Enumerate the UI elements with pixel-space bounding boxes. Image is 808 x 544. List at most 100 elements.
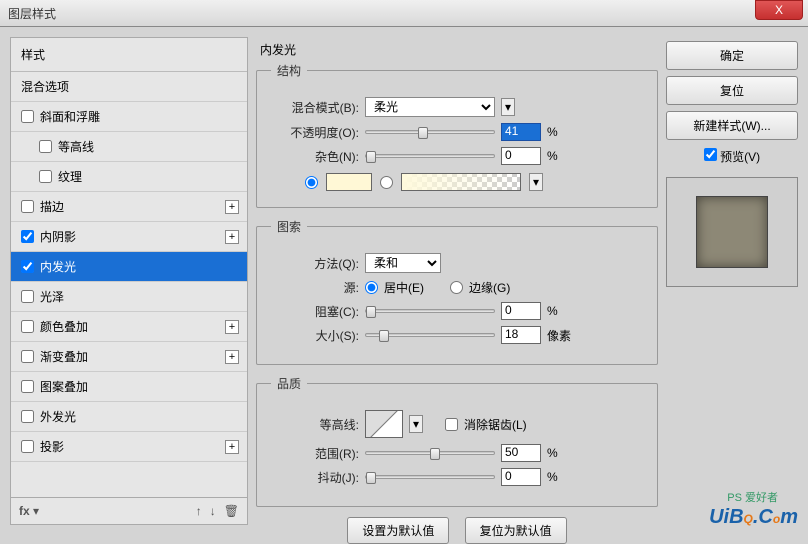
style-checkbox[interactable] bbox=[21, 440, 34, 453]
source-center-radio[interactable] bbox=[365, 281, 378, 294]
blending-options-row[interactable]: 混合选项 bbox=[11, 72, 247, 102]
opacity-slider[interactable] bbox=[365, 130, 495, 134]
style-checkbox[interactable] bbox=[21, 380, 34, 393]
style-row[interactable]: 图案叠加 bbox=[11, 372, 247, 402]
add-effect-icon[interactable]: + bbox=[225, 200, 239, 214]
size-input[interactable]: 18 bbox=[501, 326, 541, 344]
style-label: 外发光 bbox=[40, 408, 76, 425]
blending-options-label: 混合选项 bbox=[21, 78, 69, 95]
add-effect-icon[interactable]: + bbox=[225, 440, 239, 454]
style-label: 描边 bbox=[40, 198, 64, 215]
style-checkbox[interactable] bbox=[21, 230, 34, 243]
quality-legend: 品质 bbox=[271, 375, 307, 392]
style-row[interactable]: 斜面和浮雕 bbox=[11, 102, 247, 132]
contour-label: 等高线: bbox=[271, 416, 359, 433]
close-button[interactable]: X bbox=[755, 0, 803, 20]
move-up-icon[interactable]: ↑ bbox=[196, 504, 202, 518]
style-checkbox[interactable] bbox=[39, 170, 52, 183]
style-row[interactable]: 纹理 bbox=[11, 162, 247, 192]
choke-input[interactable]: 0 bbox=[501, 302, 541, 320]
make-default-button[interactable]: 设置为默认值 bbox=[347, 517, 449, 544]
structure-group: 结构 混合模式(B): 柔光 ▾ 不透明度(O): 41 % 杂色(N): 0 … bbox=[256, 62, 658, 208]
source-center-label: 居中(E) bbox=[384, 279, 424, 296]
jitter-input[interactable]: 0 bbox=[501, 468, 541, 486]
color-gradient-radio[interactable] bbox=[380, 176, 393, 189]
technique-select[interactable]: 柔和 bbox=[365, 253, 441, 273]
jitter-unit: % bbox=[547, 470, 575, 484]
contour-chevron-icon[interactable]: ▾ bbox=[409, 415, 423, 433]
style-row[interactable]: 投影+ bbox=[11, 432, 247, 462]
color-solid-radio[interactable] bbox=[305, 176, 318, 189]
noise-input[interactable]: 0 bbox=[501, 147, 541, 165]
blend-mode-select[interactable]: 柔光 bbox=[365, 97, 495, 117]
settings-panel: 内发光 结构 混合模式(B): 柔光 ▾ 不透明度(O): 41 % 杂色(N)… bbox=[256, 37, 658, 525]
size-label: 大小(S): bbox=[271, 327, 359, 344]
source-edge-label: 边缘(G) bbox=[469, 279, 510, 296]
title-bar: 图层样式 X bbox=[0, 0, 808, 27]
range-label: 范围(R): bbox=[271, 445, 359, 462]
styles-panel: 样式 混合选项 斜面和浮雕等高线纹理描边+内阴影+内发光光泽颜色叠加+渐变叠加+… bbox=[10, 37, 248, 525]
opacity-input[interactable]: 41 bbox=[501, 123, 541, 141]
range-input[interactable]: 50 bbox=[501, 444, 541, 462]
color-swatch[interactable] bbox=[326, 173, 372, 191]
style-label: 渐变叠加 bbox=[40, 348, 88, 365]
noise-slider[interactable] bbox=[365, 154, 495, 158]
preview-box bbox=[666, 177, 798, 287]
source-label: 源: bbox=[271, 279, 359, 296]
style-row[interactable]: 内发光 bbox=[11, 252, 247, 282]
choke-unit: % bbox=[547, 304, 575, 318]
style-checkbox[interactable] bbox=[21, 110, 34, 123]
add-effect-icon[interactable]: + bbox=[225, 230, 239, 244]
style-row[interactable]: 内阴影+ bbox=[11, 222, 247, 252]
technique-label: 方法(Q): bbox=[271, 255, 359, 272]
dropdown-chevron-icon[interactable]: ▾ bbox=[501, 98, 515, 116]
style-checkbox[interactable] bbox=[21, 320, 34, 333]
style-label: 纹理 bbox=[58, 168, 82, 185]
jitter-slider[interactable] bbox=[365, 475, 495, 479]
structure-legend: 结构 bbox=[271, 62, 307, 79]
antialias-checkbox[interactable] bbox=[445, 418, 458, 431]
ok-button[interactable]: 确定 bbox=[666, 41, 798, 70]
style-label: 斜面和浮雕 bbox=[40, 108, 100, 125]
trash-icon[interactable]: 🗑 bbox=[224, 504, 239, 518]
style-row[interactable]: 渐变叠加 + bbox=[11, 342, 247, 372]
style-checkbox[interactable] bbox=[21, 260, 34, 273]
styles-footer: fx ▾ ↑ ↓ 🗑 bbox=[11, 497, 247, 524]
range-unit: % bbox=[547, 446, 575, 460]
styles-header: 样式 bbox=[11, 38, 247, 72]
actions-panel: 确定 复位 新建样式(W)... 预览(V) bbox=[666, 37, 798, 525]
gradient-swatch[interactable] bbox=[401, 173, 521, 191]
style-checkbox[interactable] bbox=[21, 200, 34, 213]
style-row[interactable]: 描边 + bbox=[11, 192, 247, 222]
style-row[interactable]: 外发光 bbox=[11, 402, 247, 432]
style-checkbox[interactable] bbox=[39, 140, 52, 153]
style-row[interactable]: 光泽 bbox=[11, 282, 247, 312]
opacity-label: 不透明度(O): bbox=[271, 124, 359, 141]
move-down-icon[interactable]: ↓ bbox=[210, 504, 216, 518]
range-slider[interactable] bbox=[365, 451, 495, 455]
quality-group: 品质 等高线: ▾ 消除锯齿(L) 范围(R): 50 % 抖动(J): 0 % bbox=[256, 375, 658, 507]
style-checkbox[interactable] bbox=[21, 290, 34, 303]
choke-slider[interactable] bbox=[365, 309, 495, 313]
contour-picker[interactable] bbox=[365, 410, 403, 438]
jitter-label: 抖动(J): bbox=[271, 469, 359, 486]
style-row[interactable]: 颜色叠加 + bbox=[11, 312, 247, 342]
style-label: 等高线 bbox=[58, 138, 94, 155]
add-effect-icon[interactable]: + bbox=[225, 320, 239, 334]
style-checkbox[interactable] bbox=[21, 350, 34, 363]
choke-label: 阻塞(C): bbox=[271, 303, 359, 320]
reset-default-button[interactable]: 复位为默认值 bbox=[465, 517, 567, 544]
new-style-button[interactable]: 新建样式(W)... bbox=[666, 111, 798, 140]
preview-checkbox[interactable] bbox=[704, 148, 717, 161]
preview-label: 预览(V) bbox=[720, 150, 760, 164]
window-title: 图层样式 bbox=[8, 5, 56, 22]
size-slider[interactable] bbox=[365, 333, 495, 337]
fx-menu[interactable]: fx ▾ bbox=[19, 504, 39, 518]
gradient-chevron-icon[interactable]: ▾ bbox=[529, 173, 543, 191]
cancel-button[interactable]: 复位 bbox=[666, 76, 798, 105]
style-label: 颜色叠加 bbox=[40, 318, 88, 335]
add-effect-icon[interactable]: + bbox=[225, 350, 239, 364]
source-edge-radio[interactable] bbox=[450, 281, 463, 294]
style-row[interactable]: 等高线 bbox=[11, 132, 247, 162]
style-checkbox[interactable] bbox=[21, 410, 34, 423]
